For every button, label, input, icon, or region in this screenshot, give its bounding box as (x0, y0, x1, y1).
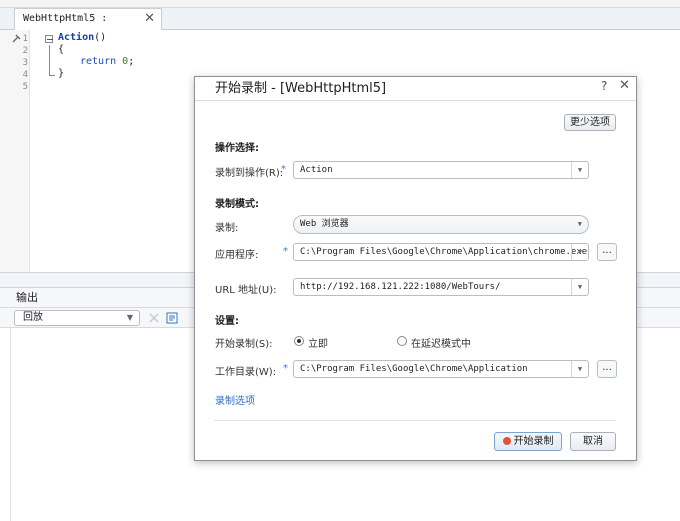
application-path-value: C:\Program Files\Google\Chrome\Applicati… (300, 247, 588, 257)
start-recording-label-text: 开始录制 (513, 436, 554, 447)
record-mode-select[interactable]: Web 浏览器 ▼ (293, 215, 589, 234)
chevron-down-icon: ▼ (571, 244, 588, 260)
close-icon[interactable]: ✕ (619, 78, 630, 93)
section-recording-mode: 录制模式: (215, 199, 259, 210)
section-settings: 设置: (215, 316, 239, 327)
return-keyword: return (80, 56, 117, 67)
clear-icon[interactable] (148, 312, 160, 324)
chevron-down-icon: ▼ (577, 220, 582, 228)
radio-delayed[interactable] (397, 336, 407, 346)
output-source-value: 回放 (23, 312, 43, 323)
open-brace: { (58, 44, 65, 55)
top-strip (0, 0, 680, 8)
browse-application-button[interactable]: ... (597, 243, 617, 261)
radio-immediate[interactable] (294, 336, 304, 346)
record-into-value: Action (300, 165, 333, 175)
required-mark: * (283, 363, 288, 374)
fold-guide-end (49, 75, 55, 76)
working-directory-select[interactable]: C:\Program Files\Google\Chrome\Applicati… (293, 360, 589, 378)
record-mode-value: Web 浏览器 (300, 219, 349, 229)
working-directory-value: C:\Program Files\Google\Chrome\Applicati… (300, 364, 528, 374)
fold-toggle-icon[interactable] (45, 35, 53, 43)
semicolon: ; (128, 56, 135, 67)
line-number: 5 (22, 82, 28, 92)
chevron-down-icon: ▼ (571, 162, 588, 178)
chevron-down-icon: ▼ (571, 361, 588, 377)
code-line-3: return 0; (80, 56, 134, 67)
chevron-down-icon: ▼ (571, 279, 588, 295)
application-label: 应用程序: (215, 250, 259, 261)
function-name: Action (58, 32, 95, 43)
section-action-selection: 操作选择: (215, 143, 259, 154)
fold-guide (49, 45, 50, 75)
start-recording-button[interactable]: 开始录制 (494, 432, 562, 451)
record-into-label: 录制到操作(R): (215, 168, 284, 179)
function-parens: () (94, 32, 107, 43)
radio-delayed-label[interactable]: 在延迟模式中 (411, 335, 471, 350)
dialog-title: 开始录制 - [WebHttpHtml5] (195, 77, 636, 101)
log-view-icon[interactable] (166, 312, 178, 324)
record-dot-icon (502, 437, 511, 445)
output-source-select[interactable]: 回放 ▼ (14, 310, 140, 326)
required-mark: * (283, 246, 288, 257)
required-mark: * (281, 164, 286, 175)
code-line-1: Action() (58, 32, 106, 43)
line-number: 1 (22, 34, 28, 44)
chevron-down-icon: ▼ (126, 313, 133, 322)
radio-immediate-label[interactable]: 立即 (308, 335, 328, 350)
close-tab-icon[interactable]: ✕ (144, 9, 155, 29)
close-brace: } (58, 68, 65, 79)
url-address-select[interactable]: http://192.168.121.222:1080/WebTours/ ▼ (293, 278, 589, 296)
fewer-options-button[interactable]: 更少选项 (564, 114, 616, 131)
start-recording-dialog (194, 76, 637, 461)
url-label: URL 地址(U): (215, 285, 277, 296)
line-number: 4 (22, 70, 28, 80)
record-into-action-select[interactable]: Action ▼ (293, 161, 589, 179)
help-icon[interactable]: ? (601, 79, 607, 93)
dialog-divider (214, 420, 616, 421)
tab-action-c[interactable]: WebHttpHtml5 : Action.c ✕ (14, 8, 162, 44)
url-address-value: http://192.168.121.222:1080/WebTours/ (300, 282, 501, 292)
record-label: 录制: (215, 223, 239, 234)
start-recording-label: 开始录制(S): (215, 339, 273, 350)
application-path-select[interactable]: C:\Program Files\Google\Chrome\Applicati… (293, 243, 589, 261)
cancel-button[interactable]: 取消 (570, 432, 616, 451)
code-line-4: } (58, 68, 64, 79)
line-number: 2 (22, 46, 28, 56)
browse-directory-button[interactable]: ... (597, 360, 617, 378)
output-title: 输出 (16, 291, 38, 304)
working-directory-label: 工作目录(W): (215, 367, 277, 378)
line-number: 3 (22, 58, 28, 68)
recording-options-link[interactable]: 录制选项 (215, 392, 255, 407)
code-line-2: { (58, 44, 64, 55)
